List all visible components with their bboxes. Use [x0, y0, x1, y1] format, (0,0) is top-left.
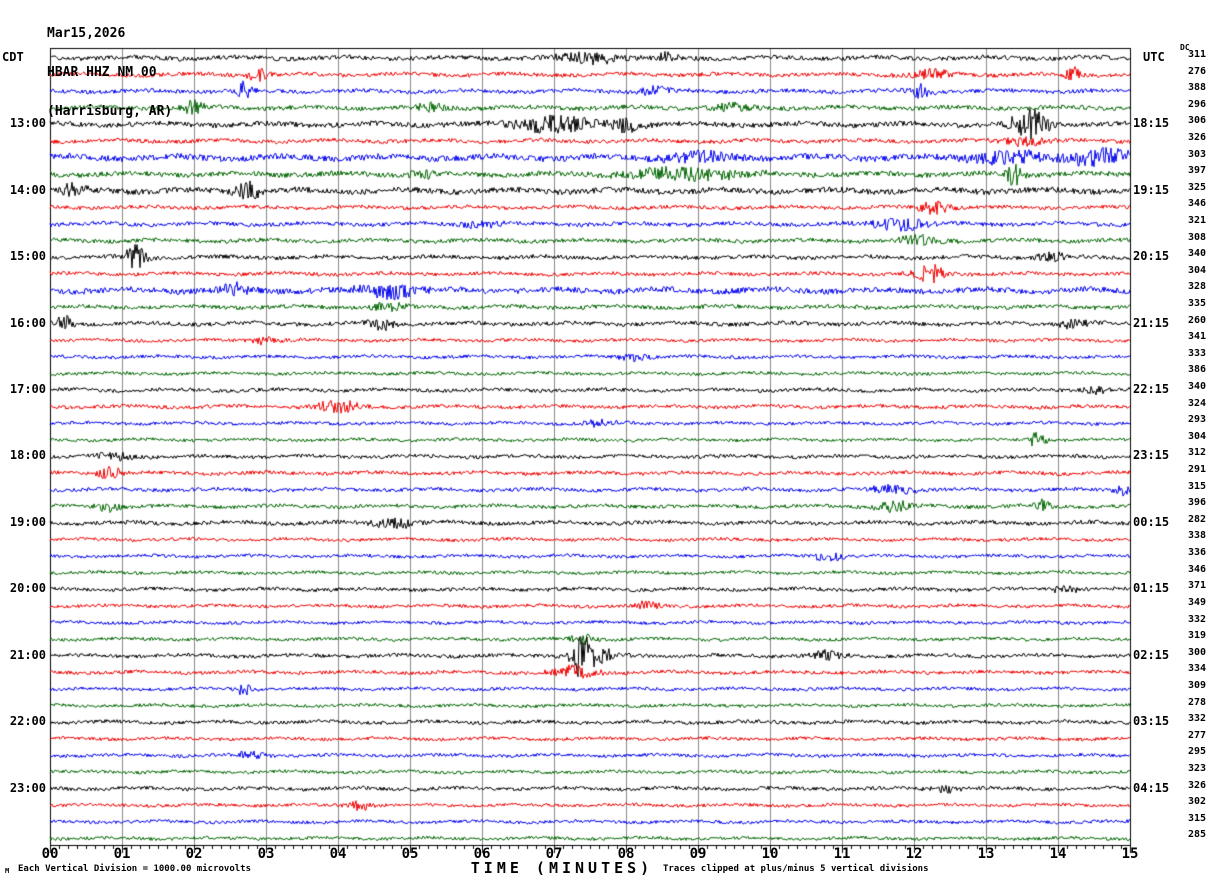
- dc-offset-value: 277: [1187, 729, 1206, 741]
- minute-tick-label: 01: [113, 846, 131, 862]
- utc-axis-label: UTC: [1143, 50, 1165, 64]
- utc-time-label: 18:15: [1133, 116, 1170, 131]
- dc-offset-value: 336: [1187, 547, 1206, 559]
- dc-offset-value: 319: [1187, 630, 1206, 642]
- cdt-time-label: 15:00: [9, 249, 46, 264]
- minute-tick-label: 05: [401, 846, 419, 862]
- dc-offset-value: 326: [1187, 131, 1206, 143]
- utc-time-label: 22:15: [1133, 382, 1170, 397]
- cdt-time-label: 16:00: [9, 315, 46, 330]
- dc-offset-value: 340: [1187, 381, 1206, 393]
- dc-offset-value: 328: [1187, 281, 1206, 293]
- dc-offset-value: 315: [1187, 480, 1206, 492]
- dc-offset-value: 340: [1187, 248, 1206, 260]
- seismogram-canvas: [0, 0, 1210, 886]
- dc-offset-value: 308: [1187, 231, 1206, 243]
- dc-offset-value: 324: [1187, 397, 1206, 409]
- dc-offset-value: 397: [1187, 165, 1206, 177]
- dc-offset-value: 321: [1187, 215, 1206, 226]
- dc-offset-value: 386: [1187, 364, 1206, 376]
- title-station: HBAR HHZ NM 00: [47, 65, 157, 80]
- dc-offset-value: 326: [1187, 779, 1206, 791]
- dc-offset-value: 323: [1187, 762, 1206, 774]
- cdt-time-label: 18:00: [9, 448, 46, 463]
- minute-tick-label: 12: [905, 846, 923, 862]
- cdt-time-label: 21:00: [9, 647, 46, 662]
- dc-offset-value: 334: [1187, 663, 1206, 675]
- dc-offset-value: 282: [1187, 513, 1206, 525]
- minute-tick-label: 10: [761, 846, 779, 862]
- utc-time-label: 03:15: [1133, 714, 1170, 729]
- minute-tick-label: 13: [977, 846, 995, 862]
- utc-time-label: 01:15: [1133, 581, 1170, 596]
- x-axis-title: TIME (MINUTES): [470, 859, 654, 877]
- dc-offset-value: 291: [1187, 464, 1206, 476]
- minute-tick-label: 00: [41, 846, 59, 862]
- dc-offset-value: 346: [1187, 198, 1206, 210]
- cdt-time-label: 22:00: [9, 714, 46, 729]
- dc-offset-value: 335: [1187, 298, 1206, 310]
- dc-offset-value: 315: [1187, 812, 1206, 824]
- dc-offset-value: 285: [1187, 829, 1206, 841]
- dc-offset-value: 304: [1187, 430, 1206, 442]
- dc-offset-value: 278: [1187, 696, 1206, 708]
- dc-offset-value: 303: [1187, 148, 1206, 160]
- dc-offset-value: 295: [1187, 746, 1206, 758]
- dc-offset-value: 388: [1187, 82, 1206, 94]
- cdt-time-label: 23:00: [9, 780, 46, 795]
- dc-offset-value: 332: [1187, 613, 1206, 625]
- dc-offset-value: 349: [1187, 596, 1206, 608]
- minute-tick-label: 04: [329, 846, 347, 862]
- dc-offset-value: 306: [1187, 115, 1206, 127]
- page-title: Mar15,2026 HBAR HHZ NM 00 (Harrisburg, A…: [47, 1, 172, 144]
- dc-offset-value: 371: [1187, 580, 1206, 592]
- utc-time-label: 02:15: [1133, 647, 1170, 662]
- cdt-time-label: 19:00: [9, 514, 46, 529]
- dc-offset-value: 346: [1187, 563, 1206, 575]
- clipping-note: Traces clipped at plus/minus 5 vertical …: [663, 864, 929, 874]
- cdt-time-label: 13:00: [9, 116, 46, 131]
- minute-tick-label: 02: [185, 846, 203, 862]
- title-date: Mar15,2026: [47, 26, 126, 41]
- cdt-time-label: 17:00: [9, 382, 46, 397]
- dc-offset-value: 341: [1187, 331, 1206, 343]
- dc-offset-value: 333: [1187, 347, 1206, 359]
- cdt-axis-label: CDT: [2, 50, 24, 64]
- dc-offset-value: 302: [1187, 796, 1206, 808]
- cdt-time-label: 14:00: [9, 182, 46, 197]
- utc-time-label: 23:15: [1133, 448, 1170, 463]
- helicorder-page: Mar15,2026 HBAR HHZ NM 00 (Harrisburg, A…: [0, 0, 1210, 886]
- dc-offset-value: 304: [1187, 264, 1206, 276]
- utc-time-label: 04:15: [1133, 780, 1170, 795]
- minute-tick-label: 15: [1121, 846, 1139, 862]
- vertical-division-note: Each Vertical Division = 1000.00 microvo…: [18, 864, 251, 874]
- dc-offset-value: 260: [1187, 314, 1206, 326]
- minute-tick-label: 03: [257, 846, 275, 862]
- dc-offset-value: 293: [1187, 414, 1206, 426]
- minute-tick-label: 09: [689, 846, 707, 862]
- minute-tick-label: 14: [1049, 846, 1067, 862]
- minute-tick-label: 11: [833, 846, 851, 862]
- dc-offset-value: 325: [1187, 181, 1206, 193]
- dc-offset-value: 309: [1187, 679, 1206, 691]
- utc-time-label: 20:15: [1133, 249, 1170, 264]
- title-location: (Harrisburg, AR): [47, 104, 173, 119]
- dc-offset-value: 276: [1187, 65, 1206, 77]
- utc-time-label: 21:15: [1133, 315, 1170, 330]
- dc-offset-value: 338: [1187, 530, 1206, 542]
- utc-time-label: 00:15: [1133, 514, 1170, 529]
- dc-offset-value: 300: [1187, 646, 1206, 658]
- dc-offset-value: 332: [1187, 713, 1206, 725]
- dc-offset-value: 396: [1187, 497, 1206, 509]
- dc-offset-value: 311: [1187, 48, 1206, 60]
- dc-offset-value: 312: [1187, 447, 1206, 459]
- utc-time-label: 19:15: [1133, 182, 1170, 197]
- watermark-glyph: M: [5, 867, 10, 875]
- cdt-time-label: 20:00: [9, 581, 46, 596]
- dc-offset-value: 296: [1187, 98, 1206, 110]
